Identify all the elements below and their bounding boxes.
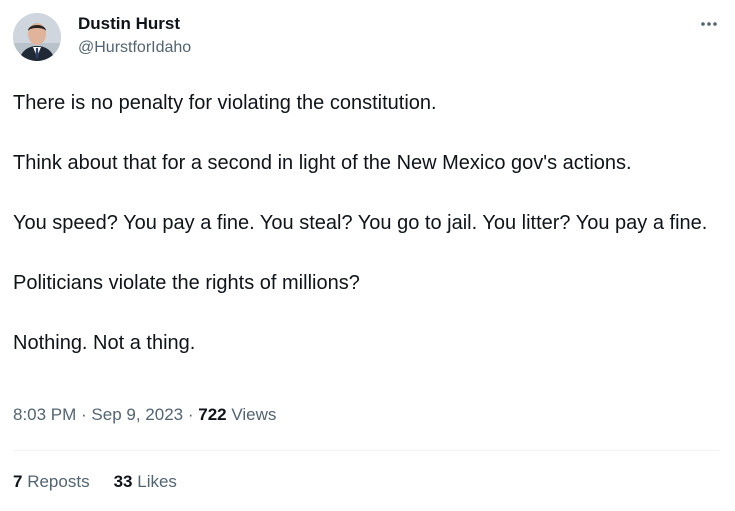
tweet-date[interactable]: Sep 9, 2023 xyxy=(91,405,183,424)
tweet-meta: 8:03 PM · Sep 9, 2023 · 722 Views xyxy=(13,405,276,425)
views-label: Views xyxy=(231,405,277,424)
avatar[interactable] xyxy=(13,13,61,61)
tweet-stats: 7 Reposts 33 Likes xyxy=(13,472,177,492)
separator: · xyxy=(76,405,92,424)
tweet-paragraph: There is no penalty for violating the co… xyxy=(13,92,437,114)
likes-label: Likes xyxy=(137,472,177,491)
tweet-paragraph: Nothing. Not a thing. xyxy=(13,332,196,354)
likes-stat[interactable]: 33 Likes xyxy=(114,472,177,492)
tweet-paragraph: Think about that for a second in light o… xyxy=(13,152,632,174)
tweet-time[interactable]: 8:03 PM xyxy=(13,405,76,424)
likes-count: 33 xyxy=(113,472,133,491)
divider xyxy=(13,450,719,451)
reposts-count: 7 xyxy=(13,472,23,491)
reposts-label: Reposts xyxy=(27,472,90,491)
tweet-text: There is no penalty for violating the co… xyxy=(13,88,719,358)
author-handle[interactable]: @HurstforIdaho xyxy=(78,39,191,57)
more-options-button[interactable] xyxy=(697,12,721,36)
separator: · xyxy=(183,405,199,424)
views-count: 722 xyxy=(198,405,227,424)
reposts-stat[interactable]: 7 Reposts xyxy=(13,472,90,492)
tweet-paragraph: Politicians violate the rights of millio… xyxy=(13,272,360,294)
more-horizontal-icon xyxy=(701,22,717,26)
tweet-paragraph: You speed? You pay a fine. You steal? Yo… xyxy=(13,212,708,234)
avatar-image xyxy=(13,13,61,61)
author-name[interactable]: Dustin Hurst xyxy=(78,14,180,34)
